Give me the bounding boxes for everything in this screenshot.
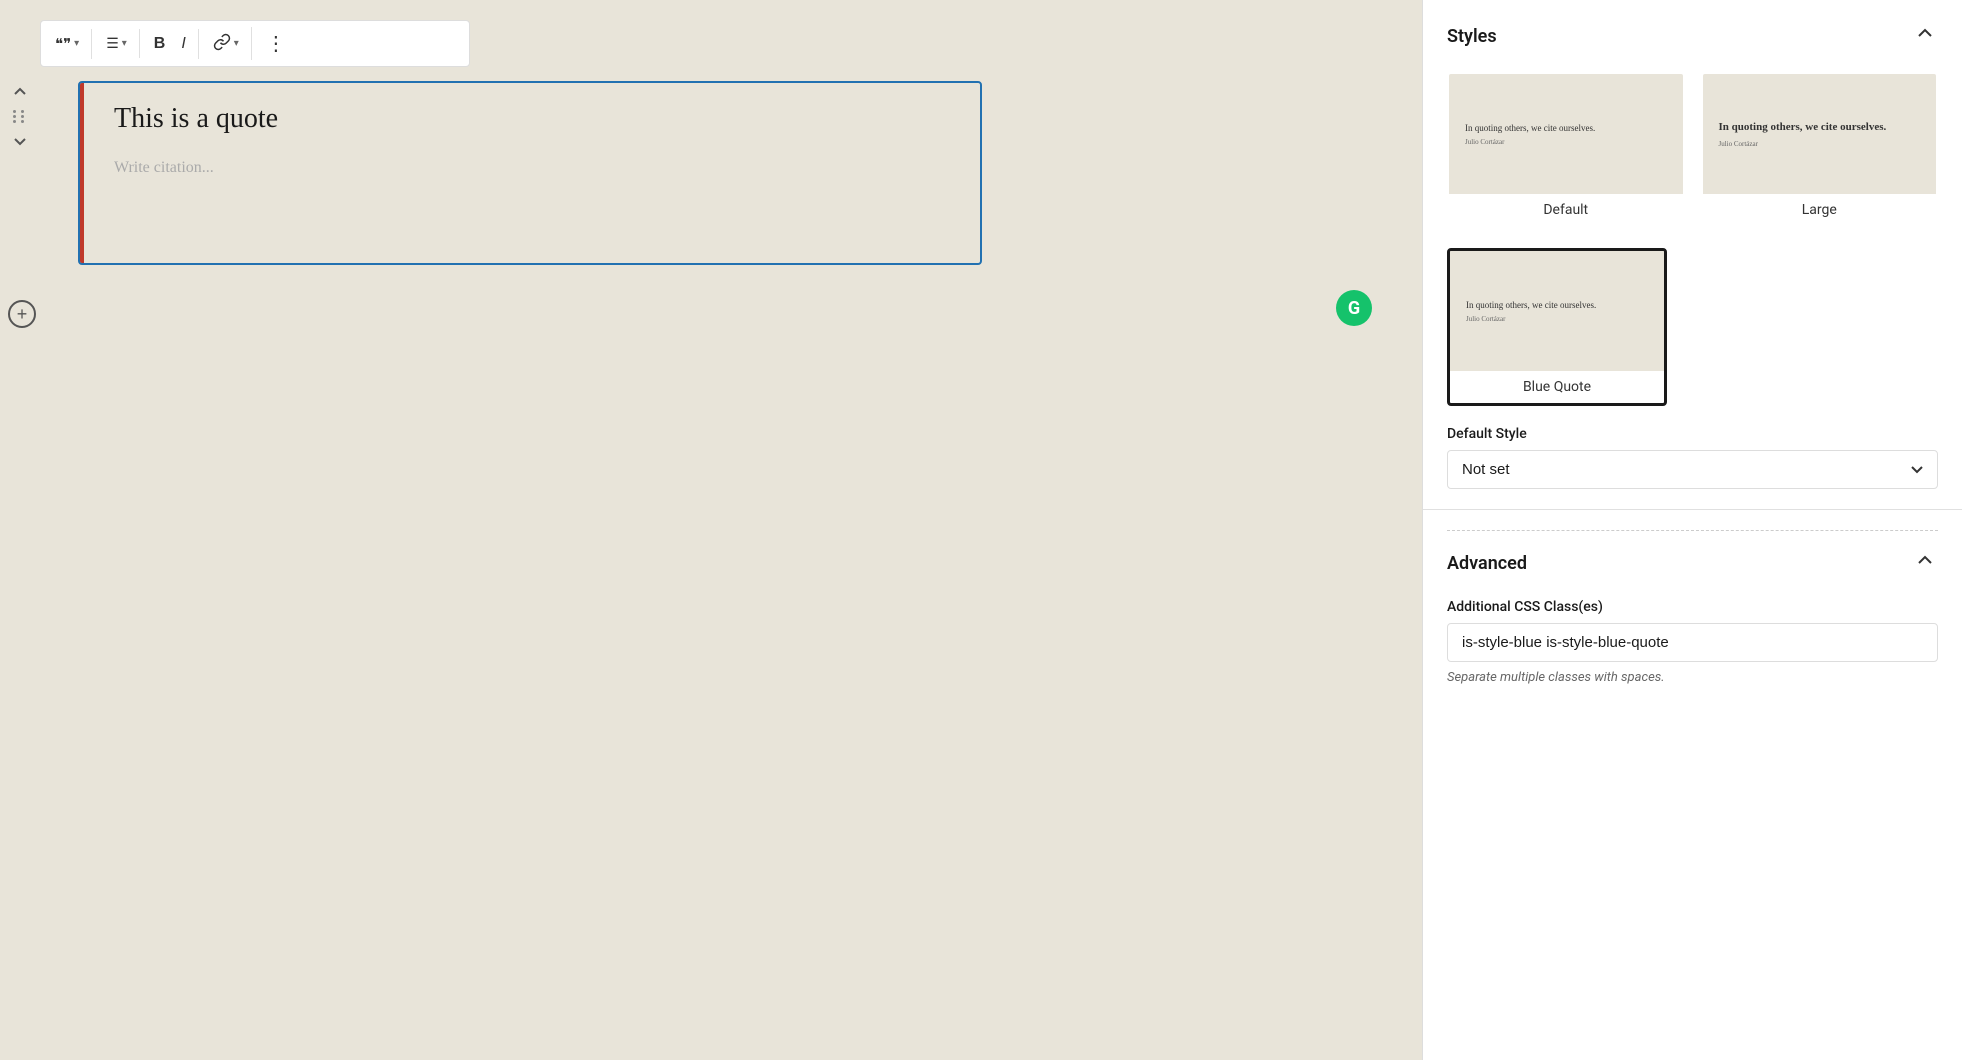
bold-button[interactable]: B <box>146 29 174 59</box>
style-default[interactable]: In quoting others, we cite ourselves. Ju… <box>1447 72 1685 228</box>
quote-text[interactable]: This is a quote <box>114 103 950 135</box>
thumb-large-text: In quoting others, we cite ourselves. <box>1719 120 1887 135</box>
quote-block[interactable]: This is a quote Write citation... <box>80 83 980 263</box>
style-default-label: Default <box>1449 194 1683 226</box>
quote-icon: ❝❞ <box>55 35 71 53</box>
style-large-image: In quoting others, we cite ourselves. Ju… <box>1703 74 1937 194</box>
bold-label: B <box>154 35 166 53</box>
drag-dot <box>21 110 24 113</box>
styles-collapse-button[interactable] <box>1912 20 1938 52</box>
toolbar-align-group: ☰ ▾ <box>98 29 140 58</box>
advanced-collapse-button[interactable] <box>1912 547 1938 579</box>
css-classes-input[interactable] <box>1447 623 1938 662</box>
thumb-default-text: In quoting others, we cite ourselves. <box>1465 122 1595 135</box>
quote-button[interactable]: ❝❞ ▾ <box>47 29 87 59</box>
styles-grid: In quoting others, we cite ourselves. Ju… <box>1447 72 1938 228</box>
drag-dot <box>13 110 16 113</box>
drag-dot <box>21 115 24 118</box>
style-default-image: In quoting others, we cite ourselves. Ju… <box>1449 74 1683 194</box>
toolbar-more-group: ⋮ <box>258 25 295 62</box>
styles-section: Styles In quoting others, we cite oursel… <box>1423 0 1962 510</box>
block-controls <box>8 80 32 153</box>
add-block-button[interactable]: + <box>8 300 36 328</box>
default-style-label: Default Style <box>1447 426 1938 442</box>
thumb-blue-author: Julio Cortázar <box>1466 315 1505 323</box>
thumb-default-author: Julio Cortázar <box>1465 138 1504 146</box>
italic-button[interactable]: I <box>173 29 193 59</box>
drag-dot <box>13 115 16 118</box>
grammarly-badge: G <box>1336 290 1372 326</box>
drag-dot <box>21 120 24 123</box>
style-blue-quote-image: In quoting others, we cite ourselves. Ju… <box>1450 251 1664 371</box>
more-options-icon: ⋮ <box>266 31 287 56</box>
toolbar-format-group: B I <box>146 29 199 59</box>
align-button[interactable]: ☰ ▾ <box>98 29 135 58</box>
advanced-section: Advanced Additional CSS Class(es) Separa… <box>1423 510 1962 705</box>
toolbar-quote-group: ❝❞ ▾ <box>47 29 92 59</box>
advanced-title: Advanced <box>1447 553 1527 574</box>
style-large-label: Large <box>1703 194 1937 226</box>
quote-citation[interactable]: Write citation... <box>114 159 950 177</box>
advanced-section-header: Advanced <box>1447 530 1938 579</box>
toolbar-link-group: ▾ <box>205 27 252 60</box>
move-down-button[interactable] <box>8 129 32 153</box>
styles-section-header: Styles <box>1447 20 1938 52</box>
more-options-button[interactable]: ⋮ <box>258 25 295 62</box>
style-large[interactable]: In quoting others, we cite ourselves. Ju… <box>1701 72 1939 228</box>
default-style-container: Default Style Not set Default Large Blue… <box>1447 426 1938 489</box>
thumb-blue-text: In quoting others, we cite ourselves. <box>1466 299 1596 312</box>
move-up-button[interactable] <box>8 80 32 104</box>
quote-chevron-icon: ▾ <box>74 38 79 49</box>
style-blue-quote[interactable]: In quoting others, we cite ourselves. Ju… <box>1447 248 1667 406</box>
block-toolbar: ❝❞ ▾ ☰ ▾ B I <box>40 20 470 67</box>
css-classes-container: Additional CSS Class(es) Separate multip… <box>1447 599 1938 685</box>
sidebar: Styles In quoting others, we cite oursel… <box>1422 0 1962 1060</box>
italic-label: I <box>181 35 185 53</box>
align-icon: ☰ <box>106 35 119 52</box>
default-style-select[interactable]: Not set Default Large Blue Quote <box>1447 450 1938 489</box>
editor-area: ❝❞ ▾ ☰ ▾ B I <box>0 0 1422 1060</box>
align-chevron-icon: ▾ <box>122 38 127 49</box>
css-classes-hint: Separate multiple classes with spaces. <box>1447 670 1938 685</box>
link-chevron-icon: ▾ <box>234 38 239 49</box>
css-classes-label: Additional CSS Class(es) <box>1447 599 1938 615</box>
drag-dot <box>13 120 16 123</box>
styles-title: Styles <box>1447 26 1497 47</box>
thumb-large-author: Julio Cortázar <box>1719 140 1758 148</box>
link-icon <box>213 33 231 54</box>
link-button[interactable]: ▾ <box>205 27 247 60</box>
style-blue-quote-label: Blue Quote <box>1450 371 1664 403</box>
drag-handle[interactable] <box>13 110 27 123</box>
